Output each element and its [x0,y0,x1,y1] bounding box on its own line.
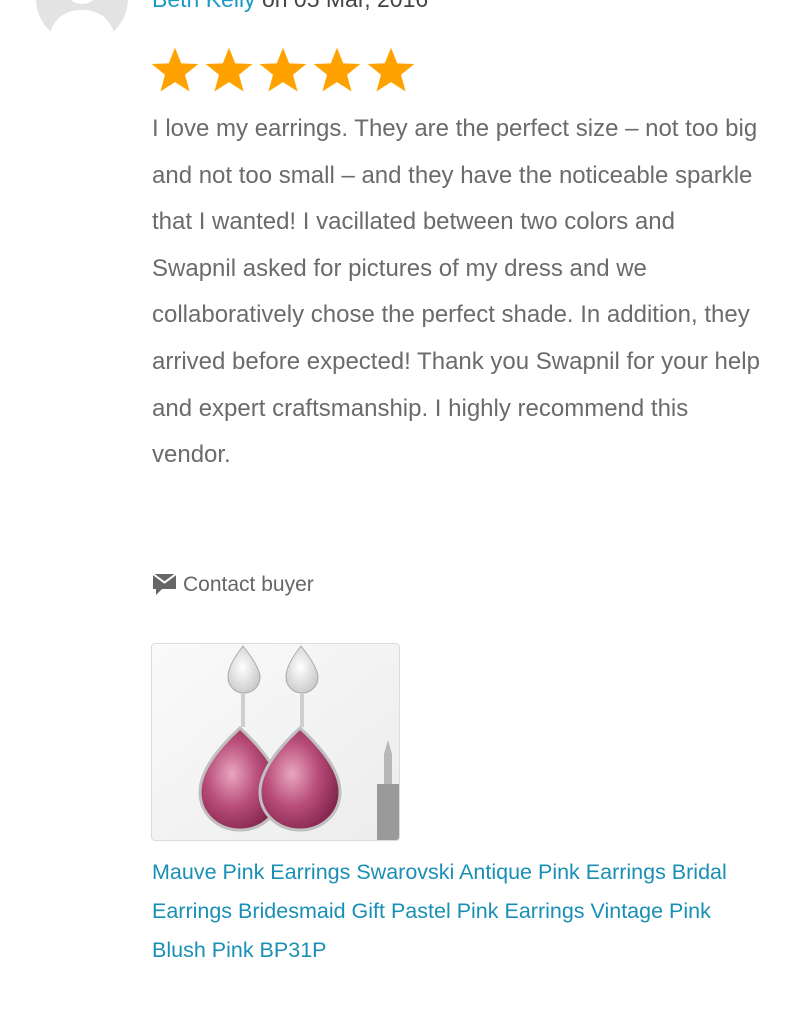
review-page: Beth Kelly on 05 Mar, 2016 I love my ear… [0,0,804,1024]
envelope-icon [152,572,177,598]
product-title-link[interactable]: Mauve Pink Earrings Swarovski Antique Pi… [152,853,732,970]
contact-buyer-link[interactable]: Contact buyer [152,572,314,598]
star-icon [204,46,254,94]
star-icon [366,46,416,94]
avatar [36,0,128,44]
star-rating [150,46,416,94]
reviewer-name-link[interactable]: Beth Kelly [152,0,256,12]
review-date: on 05 Mar, 2016 [256,0,428,12]
review-byline: Beth Kelly on 05 Mar, 2016 [152,0,428,14]
contact-buyer-label: Contact buyer [183,573,314,596]
product-thumbnail[interactable] [151,643,400,841]
star-icon [258,46,308,94]
review-text: I love my earrings. They are the perfect… [152,115,760,469]
star-icon [150,46,200,94]
star-icon [312,46,362,94]
